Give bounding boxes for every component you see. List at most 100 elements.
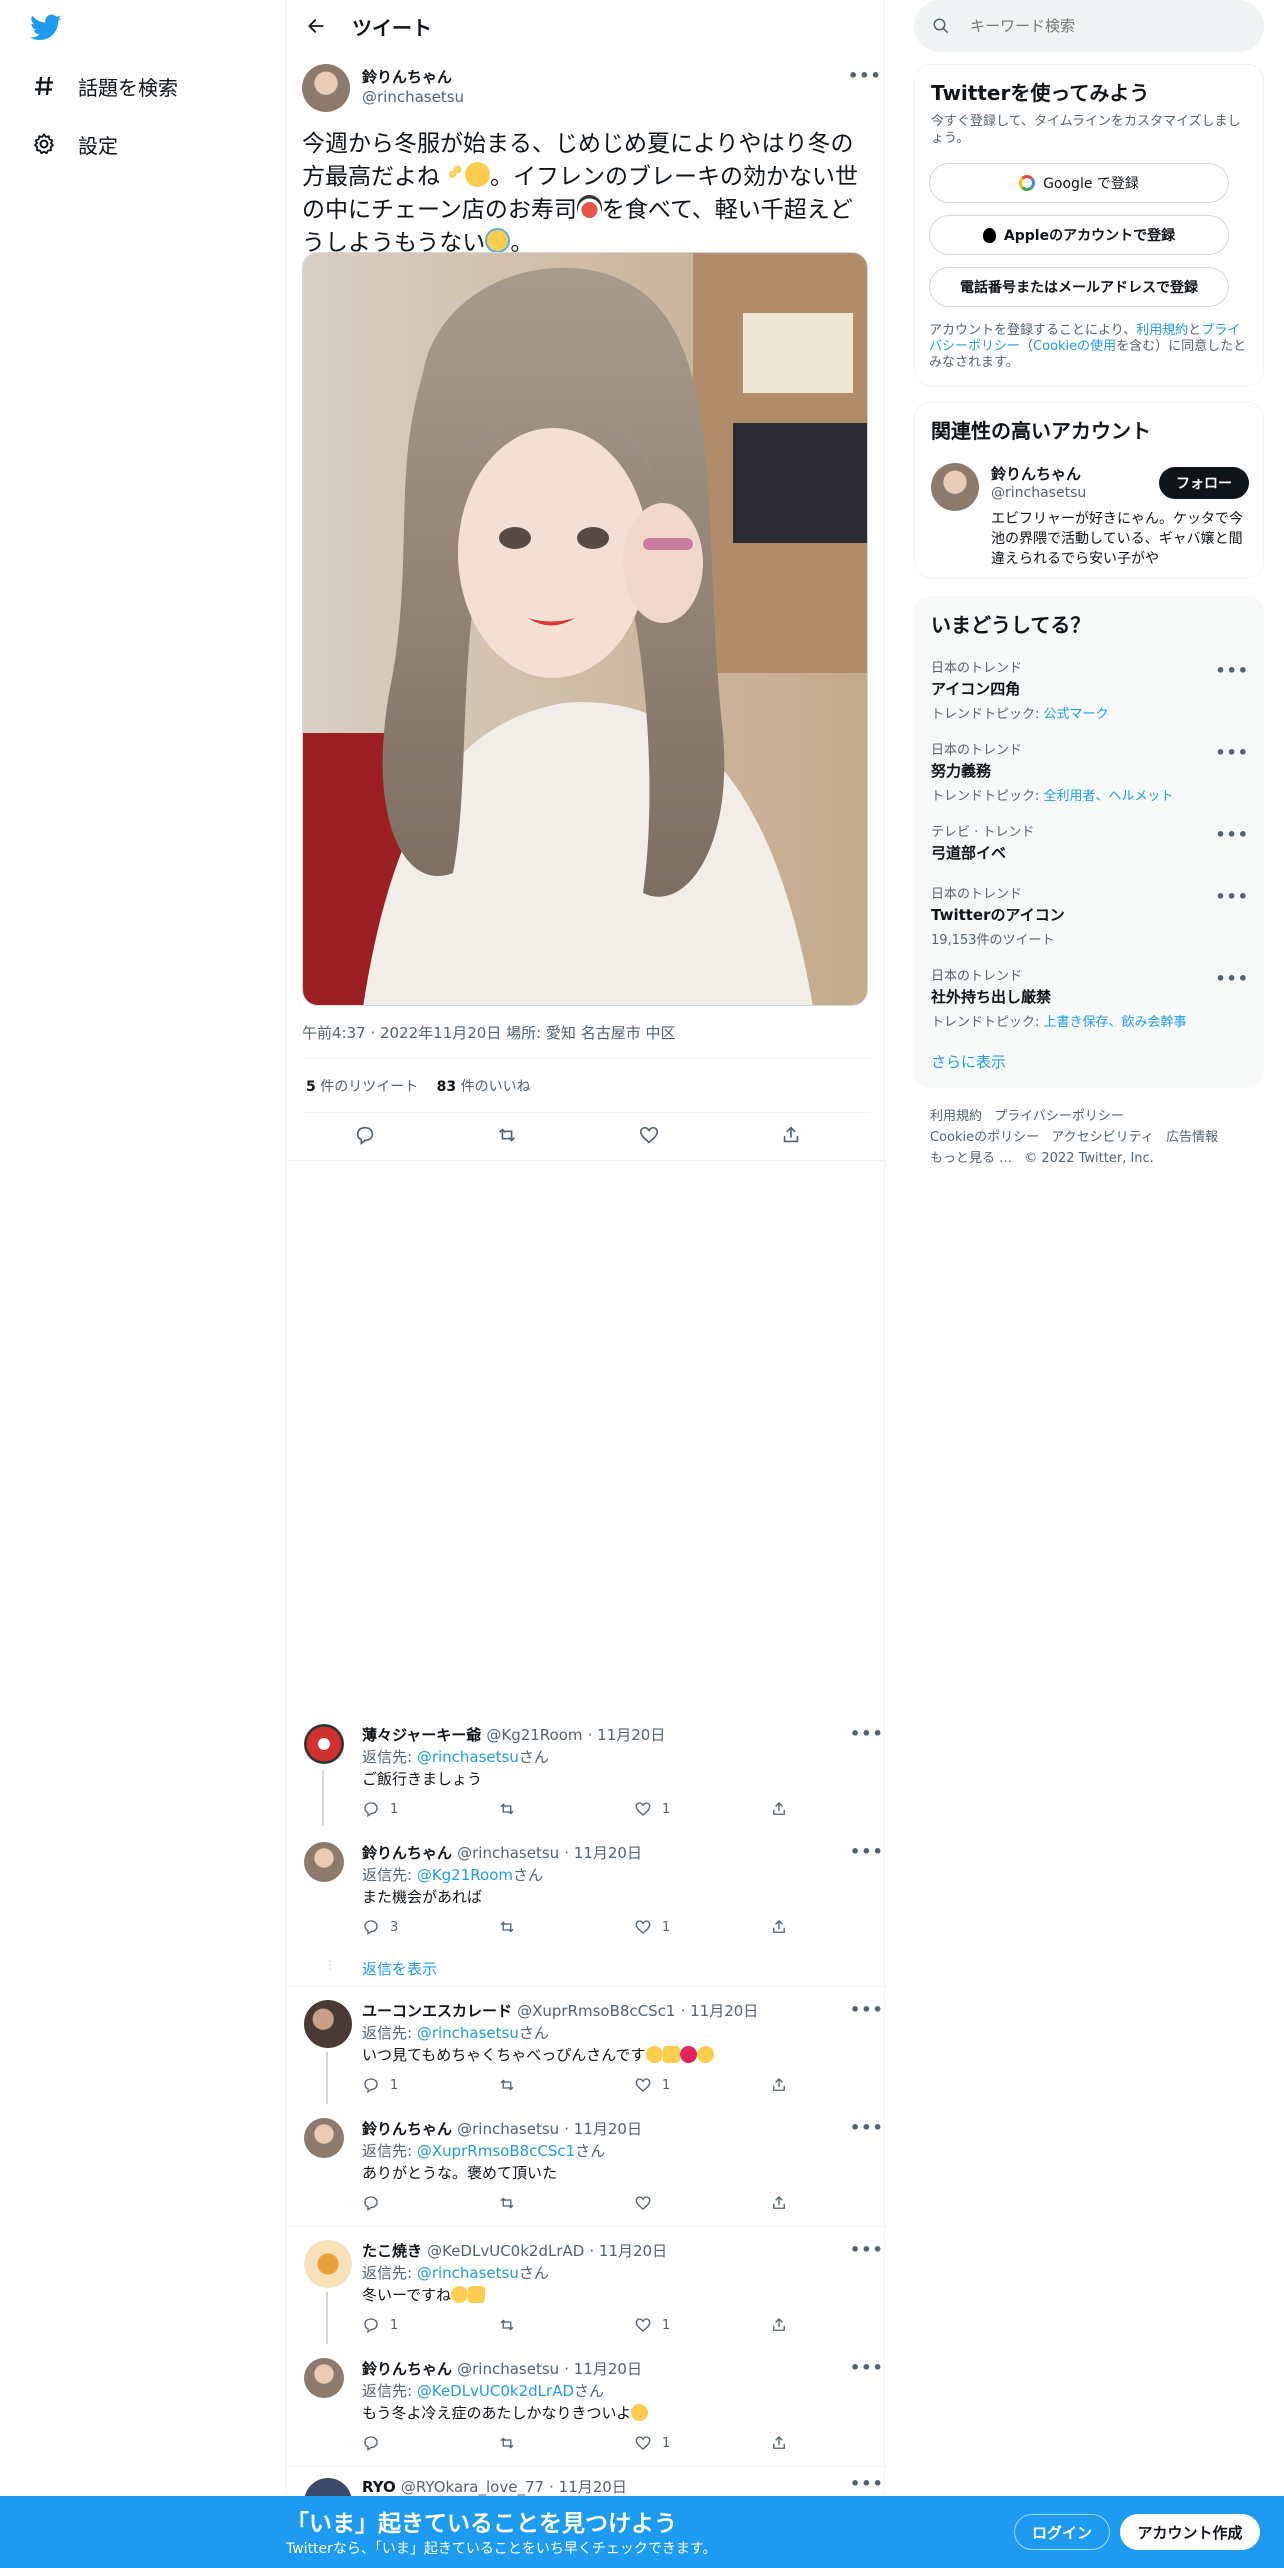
show-replies-link[interactable]: 返信を表示 (362, 1958, 437, 1979)
share-icon[interactable] (780, 1124, 802, 1150)
like-icon[interactable] (638, 1124, 660, 1150)
reply-author-handle[interactable]: @rinchasetsu (457, 1844, 559, 1862)
reply-author-name[interactable]: RYO (362, 2478, 396, 2496)
reply-author-name[interactable]: 薄々ジャーキー爺 (362, 1726, 481, 1744)
related-account-handle[interactable]: @rinchasetsu (991, 485, 1086, 501)
avatar[interactable] (304, 2478, 352, 2496)
reply-date[interactable]: · 11月20日 (589, 2242, 667, 2260)
footer-link[interactable]: 広告情報 (1166, 1130, 1218, 1145)
avatar[interactable] (304, 1724, 344, 1764)
footer-link[interactable]: アクセシビリティ (1051, 1130, 1154, 1145)
more-options-icon[interactable]: ••• (1215, 661, 1249, 680)
reply-to-link[interactable]: @Kg21Room (417, 1866, 513, 1884)
share-icon[interactable] (770, 2194, 788, 2212)
like-button[interactable]: 1 (634, 2076, 770, 2094)
reply-date[interactable]: · 11月20日 (549, 2478, 627, 2496)
trend-topic-link[interactable]: 公式マーク (1044, 707, 1109, 722)
more-options-icon[interactable]: ••• (850, 1724, 884, 1743)
reply-author-handle[interactable]: @rinchasetsu (457, 2120, 559, 2138)
tweet-photo[interactable] (302, 252, 868, 1006)
avatar[interactable] (304, 2240, 352, 2288)
trend-item[interactable]: 日本のトレンド Twitterのアイコン 19,153件のツイート ••• (931, 883, 1249, 948)
retweet-icon[interactable] (498, 2194, 634, 2212)
more-options-icon[interactable]: ••• (1215, 887, 1249, 906)
search-input[interactable] (968, 16, 1228, 36)
reply-icon[interactable] (354, 1124, 376, 1150)
footer-link[interactable]: プライバシーポリシー (994, 1109, 1124, 1124)
nav-item-explore[interactable]: 話題を検索 (30, 66, 178, 106)
more-options-icon[interactable]: ••• (850, 2118, 884, 2137)
avatar[interactable] (304, 2118, 344, 2158)
retweet-icon[interactable] (498, 1800, 634, 1818)
reply-button[interactable]: 1 (362, 1800, 498, 1818)
reply-date[interactable]: · 11月20日 (681, 2002, 759, 2020)
share-icon[interactable] (770, 1800, 788, 1818)
reply-author-handle[interactable]: @XuprRmsoB8cCSc1 (517, 2002, 675, 2020)
more-options-icon[interactable]: ••• (850, 2240, 884, 2259)
search-bar[interactable] (914, 0, 1264, 52)
trend-item[interactable]: 日本のトレンド 努力義務 トレンドトピック: 全利用者、ヘルメット ••• (931, 739, 1249, 804)
signup-button[interactable]: アカウント作成 (1120, 2514, 1260, 2550)
reply-tweet[interactable]: 鈴りんちゃん @rinchasetsu · 11月20日 ••• 返信先: @K… (286, 1834, 886, 1984)
author-name[interactable]: 鈴りんちゃん (362, 66, 452, 87)
avatar[interactable] (302, 64, 350, 112)
more-options-icon[interactable]: ••• (1215, 969, 1249, 988)
phone-email-signup-button[interactable]: 電話番号またはメールアドレスで登録 (929, 267, 1229, 307)
footer-link[interactable]: 利用規約 (930, 1109, 982, 1124)
footer-more-link[interactable]: もっと見る … (930, 1151, 1012, 1166)
reply-tweet[interactable]: 薄々ジャーキー爺 @Kg21Room · 11月20日 ••• 返信先: @ri… (286, 1714, 886, 1826)
likes-stat[interactable]: 83 件のいいね (437, 1079, 531, 1095)
trend-item[interactable]: テレビ · トレンド 弓道部イベ ••• (931, 821, 1249, 863)
reply-button[interactable]: 1 (362, 2076, 498, 2094)
retweet-icon[interactable] (498, 2316, 634, 2334)
footer-link[interactable]: Cookieのポリシー (930, 1130, 1039, 1145)
share-icon[interactable] (770, 2316, 788, 2334)
cookie-link[interactable]: Cookieの使用 (1033, 339, 1116, 354)
avatar[interactable] (304, 1842, 344, 1882)
tweet-timestamp-location[interactable]: 午前4:37 · 2022年11月20日 場所: 愛知 名古屋市 中区 (302, 1022, 675, 1043)
avatar[interactable] (304, 2358, 344, 2398)
retweets-stat[interactable]: 5 件のリツイート (306, 1079, 418, 1095)
like-button[interactable]: 1 (634, 1800, 770, 1818)
reply-tweet[interactable]: 鈴りんちゃん @rinchasetsu · 11月20日 ••• 返信先: @K… (286, 2352, 886, 2462)
reply-author-name[interactable]: 鈴りんちゃん (362, 2120, 452, 2138)
reply-author-name[interactable]: 鈴りんちゃん (362, 1844, 452, 1862)
reply-to-link[interactable]: @rinchasetsu (417, 2024, 519, 2042)
more-options-icon[interactable]: ••• (850, 1842, 884, 1861)
retweet-icon[interactable] (498, 2434, 634, 2452)
reply-button[interactable]: 1 (362, 2316, 498, 2334)
reply-date[interactable]: · 11月20日 (564, 2120, 642, 2138)
reply-author-name[interactable]: 鈴りんちゃん (362, 2360, 452, 2378)
more-options-icon[interactable]: ••• (850, 2474, 884, 2493)
reply-tweet[interactable]: ユーコンエスカレード @XuprRmsoB8cCSc1 · 11月20日 •••… (286, 1992, 886, 2104)
reply-to-link[interactable]: @rinchasetsu (417, 1748, 519, 1766)
reply-author-handle[interactable]: @KeDLvUC0k2dLrAD (427, 2242, 584, 2260)
trend-item[interactable]: 日本のトレンド アイコン四角 トレンドトピック: 公式マーク ••• (931, 657, 1249, 722)
trend-topic-link[interactable]: 上書き保存、飲み会幹事 (1044, 1015, 1187, 1030)
back-arrow-icon[interactable] (298, 8, 334, 44)
related-account-name[interactable]: 鈴りんちゃん (991, 463, 1081, 484)
more-options-icon[interactable]: ••• (850, 2358, 884, 2377)
reply-author-handle[interactable]: @rinchasetsu (457, 2360, 559, 2378)
share-icon[interactable] (770, 2076, 788, 2094)
nav-item-settings[interactable]: 設定 (30, 124, 118, 164)
trend-topic-link[interactable]: 全利用者、ヘルメット (1044, 789, 1174, 804)
reply-date[interactable]: · 11月20日 (564, 1844, 642, 1862)
more-options-icon[interactable]: ••• (1215, 825, 1249, 844)
reply-date[interactable]: · 11月20日 (588, 1726, 666, 1744)
reply-tweet[interactable]: 鈴りんちゃん @rinchasetsu · 11月20日 ••• 返信先: @X… (286, 2112, 886, 2222)
reply-to-link[interactable]: @rinchasetsu (417, 2264, 519, 2282)
like-button[interactable]: 1 (634, 1918, 770, 1936)
login-button[interactable]: ログイン (1014, 2514, 1110, 2550)
like-button[interactable]: 1 (634, 2434, 770, 2452)
follow-button[interactable]: フォロー (1159, 467, 1249, 499)
apple-signup-button[interactable]: Appleのアカウントで登録 (929, 215, 1229, 255)
reply-author-handle[interactable]: @Kg21Room (486, 1726, 582, 1744)
reply-button[interactable] (362, 2434, 498, 2452)
avatar[interactable] (931, 463, 979, 511)
avatar[interactable] (304, 2000, 352, 2048)
trend-item[interactable]: 日本のトレンド 社外持ち出し厳禁 トレンドトピック: 上書き保存、飲み会幹事 •… (931, 965, 1249, 1030)
share-icon[interactable] (770, 1918, 788, 1936)
show-more-link[interactable]: さらに表示 (931, 1051, 1006, 1072)
more-options-icon[interactable]: ••• (848, 66, 882, 85)
